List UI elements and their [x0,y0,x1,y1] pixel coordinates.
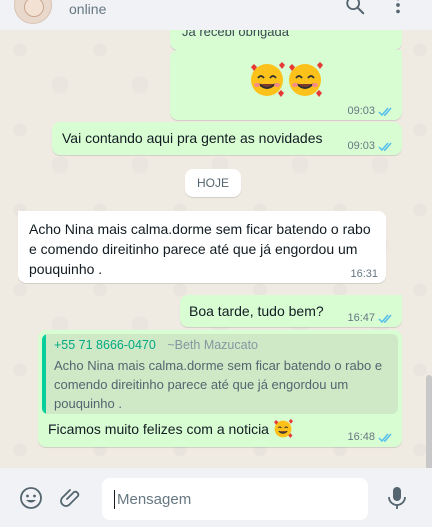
message-line: pouquinho . [29,261,103,277]
microphone-icon[interactable] [386,486,408,510]
search-icon[interactable] [344,0,366,16]
quote-text: Acho Nina mais calma.dorme sem ficar bat… [54,356,382,413]
message-text: Já recebi obrigada [182,30,289,39]
message-timestamp: 16:47 [347,312,375,324]
contact-status: online [69,1,107,17]
message-text: Acho Nina mais calma.dorme sem ficar bat… [29,219,371,279]
avatar[interactable] [14,0,52,24]
message-time: 16:47 [347,312,394,324]
double-check-icon [378,433,392,442]
smiling-face-with-hearts-emoji [251,62,323,97]
text-caret [114,489,115,509]
message-input[interactable]: Mensagem [102,478,368,520]
message-outgoing[interactable]: Boa tarde, tudo bem? 16:47 [180,295,402,327]
message-incoming[interactable]: Acho Nina mais calma.dorme sem ficar bat… [18,211,386,283]
message-text-content: Ficamos muito felizes com a noticia [48,421,269,437]
message-time: 16:31 [350,268,378,280]
message-timestamp: 09:03 [347,105,375,117]
message-outgoing[interactable]: Já recebi obrigada [170,30,402,50]
quote-line: comendo direitinho parece até que já eng… [54,377,349,392]
chat-scrollbar[interactable] [426,375,432,468]
message-text: Ficamos muito felizes com a noticia [48,419,293,439]
quote-author: +55 71 8666-0470 ~Beth Mazucato [54,338,258,352]
message-timestamp: 09:03 [347,140,375,152]
message-outgoing-emoji[interactable]: 09:03 [170,50,402,120]
avatar-face [24,0,44,17]
double-check-icon [378,142,392,151]
double-check-icon [378,107,392,116]
quoted-message[interactable]: +55 71 8666-0470 ~Beth Mazucato Acho Nin… [42,334,398,414]
emoji-icon[interactable] [19,486,43,510]
composer-bar: Mensagem [0,468,432,527]
message-outgoing[interactable]: Vai contando aqui pra gente as novidades… [52,122,402,155]
paperclip-icon[interactable] [60,486,84,510]
date-divider: HOJE [185,169,241,197]
quote-line: pouquinho . [54,396,122,411]
more-vertical-icon[interactable] [387,0,409,16]
message-line: e comendo direitinho parece até que já e… [29,241,358,257]
message-time: 09:03 [347,105,394,117]
quote-phone: +55 71 8666-0470 [54,338,156,352]
quote-line: Acho Nina mais calma.dorme sem ficar bat… [54,358,383,373]
message-timestamp: 16:48 [347,431,375,443]
message-timestamp: 16:31 [350,268,378,280]
chat-header: online [0,0,432,30]
smiling-face-with-hearts-emoji [274,419,293,438]
chat-area[interactable]: Já recebi obrigada 09:03 Vai contando aq… [0,30,432,468]
message-time: 09:03 [347,140,394,152]
quote-name: ~Beth Mazucato [167,338,259,352]
message-outgoing-reply[interactable]: +55 71 8666-0470 ~Beth Mazucato Acho Nin… [38,330,402,447]
message-text: Boa tarde, tudo bem? [189,303,324,319]
message-line: Acho Nina mais calma.dorme sem ficar bat… [29,221,371,237]
message-text: Vai contando aqui pra gente as novidades [62,130,323,146]
message-time: 16:48 [347,431,394,443]
quote-accent-bar [42,334,46,414]
message-input-placeholder: Mensagem [117,490,192,508]
double-check-icon [378,314,392,323]
